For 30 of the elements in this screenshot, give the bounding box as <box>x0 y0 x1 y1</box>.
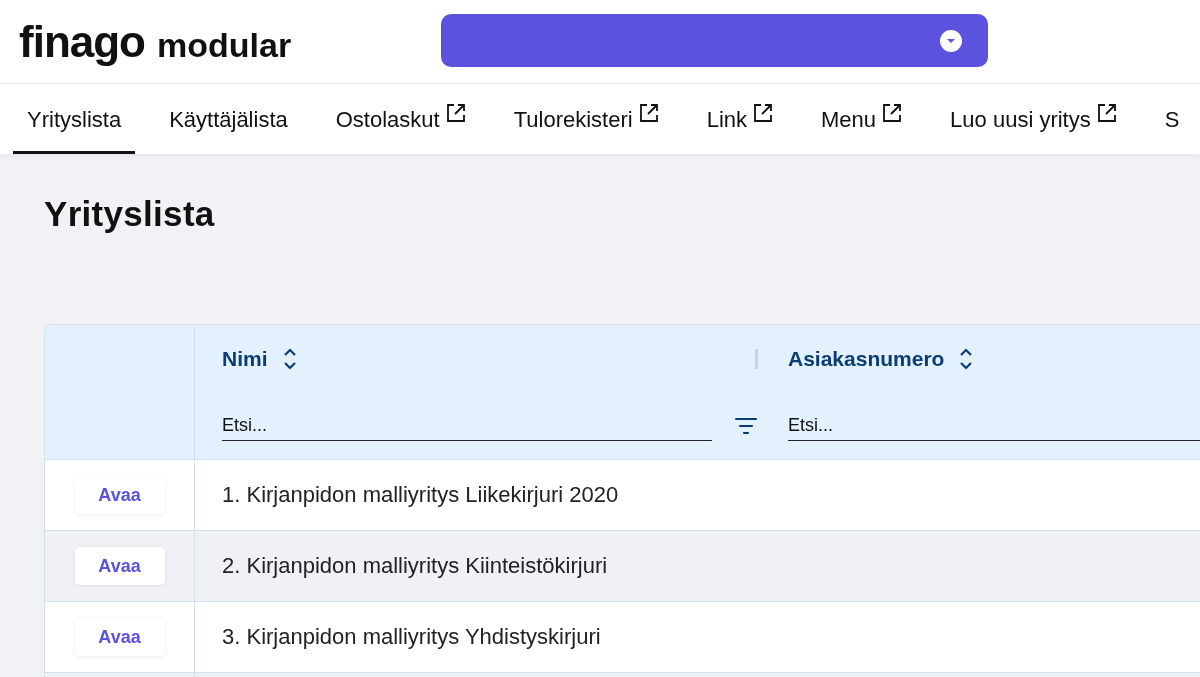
nav-tab[interactable]: Ostolaskut <box>321 84 480 154</box>
logo-wordmark: finago <box>19 16 145 67</box>
external-link-icon <box>753 102 774 123</box>
nav-tab[interactable]: Link <box>692 84 788 154</box>
dropdown-caret-icon <box>940 29 962 52</box>
column-header[interactable]: Asiakasnumero <box>788 347 945 371</box>
open-button[interactable]: Avaa <box>74 618 165 656</box>
sort-icon[interactable] <box>281 347 298 371</box>
nav-tab[interactable]: Luo uusi yritys <box>936 84 1131 154</box>
search-field[interactable]: Etsi... <box>222 411 712 441</box>
open-button[interactable]: Avaa <box>74 547 165 585</box>
nav-tab[interactable]: Tulorekisteri <box>499 84 673 154</box>
search-field[interactable]: Etsi... <box>788 411 1200 441</box>
filter-icon[interactable] <box>734 416 758 436</box>
external-link-icon <box>445 102 466 123</box>
sort-icon[interactable] <box>958 347 975 371</box>
product-name: modular <box>157 25 292 65</box>
nav-tab[interactable]: Yrityslista <box>13 84 136 154</box>
nav-tab[interactable]: Menu <box>807 84 917 154</box>
column-header[interactable]: Nimi <box>222 347 268 371</box>
table-cell-text: 2. Kirjanpidon malliyritys Kiinteistökirjuri <box>221 552 608 580</box>
external-link-icon <box>638 102 659 123</box>
external-link-icon <box>882 102 903 123</box>
nav-tab[interactable]: S <box>1150 84 1194 154</box>
table-cell-text: 3. Kirjanpidon malliyritys Yhdistyskirjuri <box>221 623 601 651</box>
page-title: Yrityslista <box>44 194 216 234</box>
open-button[interactable]: Avaa <box>74 476 165 514</box>
table-cell-text: 1. Kirjanpidon malliyritys Liikekirjuri 2020 <box>221 481 619 509</box>
nav-tab[interactable]: Käyttäjälista <box>155 84 302 154</box>
external-link-icon <box>1096 102 1117 123</box>
